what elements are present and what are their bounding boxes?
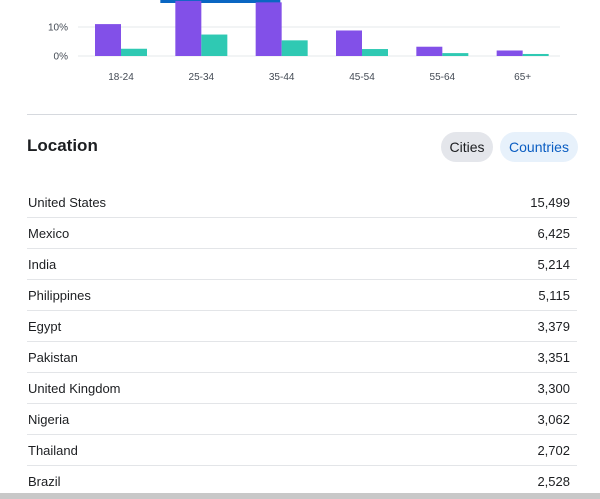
bar-18-24-s1[interactable]	[121, 48, 147, 56]
cities-filter-button[interactable]: Cities	[441, 132, 493, 162]
x-tick-label: 25-34	[189, 72, 215, 83]
location-row: Philippines 5,115	[27, 280, 577, 311]
location-name: Mexico	[28, 225, 70, 241]
bar-35-44-s1[interactable]	[281, 40, 308, 56]
horizontal-scrollbar[interactable]	[0, 493, 600, 499]
bar-55-64-s0[interactable]	[416, 46, 443, 56]
x-tick-label: 55-64	[430, 72, 456, 83]
bar-65+-s1[interactable]	[522, 53, 549, 56]
location-value: 5,115	[538, 287, 570, 303]
y-tick-label: 0%	[54, 52, 69, 63]
location-value: 2,702	[537, 442, 570, 458]
location-value: 3,300	[537, 380, 570, 396]
section-divider	[27, 114, 577, 115]
bar-35-44-s0[interactable]	[255, 2, 282, 57]
bar-65+-s0[interactable]	[496, 50, 523, 56]
bar-45-54-s0[interactable]	[336, 30, 362, 56]
location-value: 6,425	[537, 225, 570, 241]
location-value: 15,499	[530, 194, 570, 210]
location-name: Thailand	[28, 442, 78, 458]
location-name: Nigeria	[28, 411, 70, 427]
location-list: United States 15,499 Mexico 6,425 India 5,2…	[27, 187, 577, 497]
age-chart-svg: 10% 0% 18-24 25-34 35-44 45-54 55-64 65+	[48, 0, 560, 83]
location-row: Pakistan 3,351	[27, 342, 577, 373]
location-row: Mexico 6,425	[27, 218, 577, 249]
countries-filter-button[interactable]: Countries	[500, 132, 578, 162]
location-value: 2,528	[537, 473, 570, 489]
location-row: Thailand 2,702	[27, 435, 577, 466]
location-value: 3,379	[537, 318, 570, 334]
location-name: United States	[28, 194, 107, 210]
bar-25-34-s0[interactable]	[175, 0, 202, 56]
location-value: 5,214	[537, 256, 570, 272]
bar-55-64-s1[interactable]	[442, 53, 469, 56]
location-value: 3,062	[537, 411, 570, 427]
y-tick-label: 10%	[48, 23, 68, 34]
location-name: Brazil	[28, 473, 61, 489]
x-tick-label: 18-24	[108, 72, 134, 83]
x-tick-label: 65+	[514, 72, 531, 83]
location-value: 3,351	[537, 349, 570, 365]
location-row: United States 15,499	[27, 187, 577, 218]
location-row: Egypt 3,379	[27, 311, 577, 342]
location-name: Pakistan	[28, 349, 78, 365]
location-name: Philippines	[28, 287, 91, 303]
location-row: Nigeria 3,062	[27, 404, 577, 435]
bar-18-24-s0[interactable]	[95, 24, 121, 56]
location-row: United Kingdom 3,300	[27, 373, 577, 404]
location-name: Egypt	[28, 318, 62, 334]
x-tick-label: 35-44	[269, 72, 295, 83]
location-name: India	[28, 256, 57, 272]
location-name: United Kingdom	[28, 380, 121, 396]
x-tick-label: 45-54	[349, 72, 375, 83]
bar-45-54-s1[interactable]	[362, 49, 388, 56]
age-bar-chart: 10% 0% 18-24 25-34 35-44 45-54 55-64 65+	[0, 0, 600, 100]
location-title: Location	[27, 136, 98, 155]
location-row: India 5,214	[27, 249, 577, 280]
bar-25-34-s1[interactable]	[201, 34, 228, 56]
